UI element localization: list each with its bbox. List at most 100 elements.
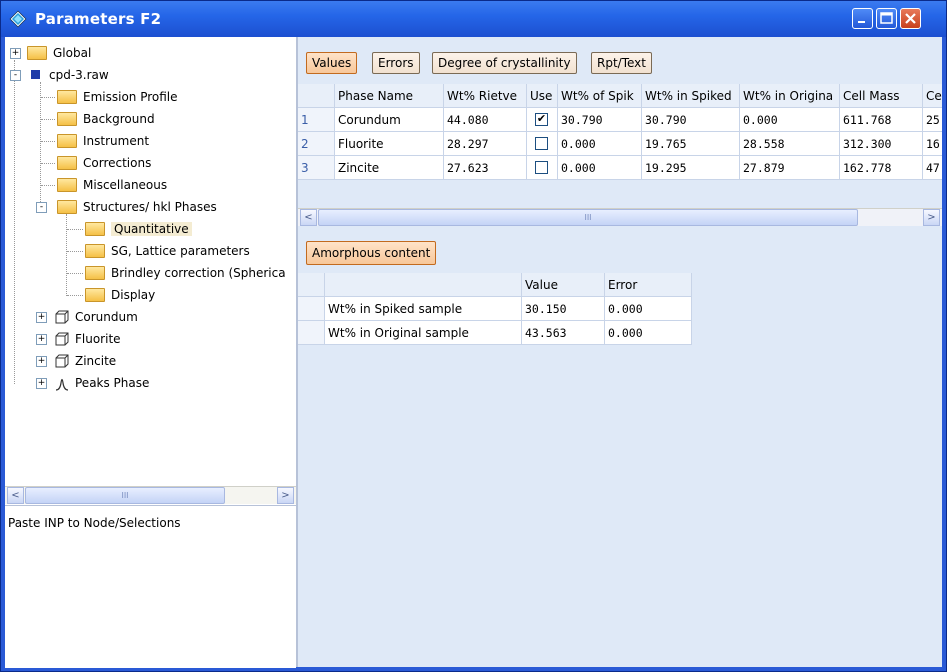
parameters-window: Parameters F2 + Global - cpd-3.raw Emiss…: [0, 0, 947, 672]
wt-spiked-cell[interactable]: 19.295: [642, 156, 740, 180]
tree-item-sg-lattice[interactable]: SG, Lattice parameters: [85, 241, 250, 261]
tree-line: [67, 273, 83, 274]
use-cell[interactable]: [527, 132, 558, 156]
column-header[interactable]: Use: [527, 84, 558, 108]
column-header[interactable]: Wt% Rietve: [444, 84, 527, 108]
tree-item-display[interactable]: Display: [85, 285, 155, 305]
errors-button[interactable]: Errors: [372, 52, 420, 74]
tree-label: Peaks Phase: [75, 376, 150, 390]
tree-label: Structures/ hkl Phases: [83, 200, 217, 214]
column-header[interactable]: Wt% in Origina: [740, 84, 840, 108]
column-header[interactable]: Wt% in Spiked: [642, 84, 740, 108]
cell-mass-cell[interactable]: 611.768: [840, 108, 923, 132]
tree-item-brindley[interactable]: Brindley correction (Spherica: [85, 263, 286, 283]
cell-mass-cell[interactable]: 312.300: [840, 132, 923, 156]
amorphous-label-cell: Wt% in Spiked sample: [325, 297, 522, 321]
close-icon: [905, 13, 916, 24]
row-number[interactable]: 3: [298, 156, 335, 180]
minimize-button[interactable]: [852, 8, 873, 29]
amorphous-error-cell[interactable]: 0.000: [605, 297, 692, 321]
table-corner: [298, 84, 335, 108]
amorphous-value-cell[interactable]: 43.563: [522, 321, 605, 345]
wt-spike-cell[interactable]: 0.000: [558, 132, 642, 156]
scroll-right-button[interactable]: >: [923, 209, 940, 226]
cell-volume-cell[interactable]: 25: [923, 108, 942, 132]
scroll-left-button[interactable]: <: [300, 209, 317, 226]
expand-toggle[interactable]: -: [10, 70, 21, 81]
phase-name-cell[interactable]: Fluorite: [335, 132, 444, 156]
amorphous-content-button[interactable]: Amorphous content: [306, 241, 437, 265]
row-number[interactable]: 2: [298, 132, 335, 156]
cell-mass-cell[interactable]: 162.778: [840, 156, 923, 180]
phase-name-cell[interactable]: Corundum: [335, 108, 444, 132]
paste-inp-panel[interactable]: Paste INP to Node/Selections: [5, 505, 296, 668]
tree-item-corrections[interactable]: Corrections: [57, 153, 151, 173]
wt-rietveld-cell[interactable]: 44.080: [444, 108, 527, 132]
phase-name-cell[interactable]: Zincite: [335, 156, 444, 180]
expand-toggle[interactable]: +: [36, 378, 47, 389]
quantitative-panel: Values Errors Degree of crystallinity Rp…: [298, 37, 942, 667]
values-button[interactable]: Values: [306, 52, 358, 74]
tree-line: [40, 82, 41, 208]
scroll-right-button[interactable]: >: [277, 487, 294, 504]
wt-original-cell[interactable]: 28.558: [740, 132, 840, 156]
column-header[interactable]: Ce: [923, 84, 942, 108]
scroll-thumb[interactable]: III: [318, 209, 858, 226]
expand-toggle[interactable]: -: [36, 202, 47, 213]
column-header[interactable]: Phase Name: [335, 84, 444, 108]
tree-label: Display: [111, 288, 156, 302]
row-number[interactable]: 1: [298, 108, 335, 132]
wt-rietveld-cell[interactable]: 27.623: [444, 156, 527, 180]
expand-toggle[interactable]: +: [36, 356, 47, 367]
row-number[interactable]: [298, 297, 325, 321]
use-cell[interactable]: [527, 156, 558, 180]
maximize-button[interactable]: [876, 8, 897, 29]
cube-icon: [55, 332, 69, 345]
scroll-left-button[interactable]: <: [7, 487, 24, 504]
column-header[interactable]: Cell Mass: [840, 84, 923, 108]
title-bar[interactable]: Parameters F2: [1, 1, 946, 37]
wt-original-cell[interactable]: 27.879: [740, 156, 840, 180]
tree-horizontal-scrollbar[interactable]: < III >: [5, 486, 296, 504]
use-cell[interactable]: ✔: [527, 108, 558, 132]
use-checkbox[interactable]: ✔: [535, 113, 548, 126]
tree-item-emission-profile[interactable]: Emission Profile: [57, 87, 178, 107]
cell-volume-cell[interactable]: 16: [923, 132, 942, 156]
amorphous-label-cell: Wt% in Original sample: [325, 321, 522, 345]
degree-of-crystallinity-button[interactable]: Degree of crystallinity: [432, 52, 577, 74]
row-number[interactable]: [298, 321, 325, 345]
peak-icon: [55, 378, 69, 391]
folder-icon: [57, 155, 77, 170]
tree-item-miscellaneous[interactable]: Miscellaneous: [57, 175, 167, 195]
wt-original-cell[interactable]: 0.000: [740, 108, 840, 132]
folder-icon: [85, 221, 105, 236]
wt-rietveld-cell[interactable]: 28.297: [444, 132, 527, 156]
tree-label: Instrument: [83, 134, 150, 148]
tree-item-instrument[interactable]: Instrument: [57, 131, 149, 151]
scroll-thumb[interactable]: III: [25, 487, 225, 504]
wt-spiked-cell[interactable]: 19.765: [642, 132, 740, 156]
column-header[interactable]: Error: [605, 273, 692, 297]
close-button[interactable]: [900, 8, 921, 29]
use-checkbox[interactable]: [535, 161, 548, 174]
tree-label: Global: [53, 46, 92, 60]
wt-spike-cell[interactable]: 0.000: [558, 156, 642, 180]
amorphous-value-cell[interactable]: 30.150: [522, 297, 605, 321]
expand-toggle[interactable]: +: [36, 334, 47, 345]
wt-spike-cell[interactable]: 30.790: [558, 108, 642, 132]
use-checkbox[interactable]: [535, 137, 548, 150]
wt-spiked-cell[interactable]: 30.790: [642, 108, 740, 132]
tree-item-background[interactable]: Background: [57, 109, 155, 129]
table-horizontal-scrollbar[interactable]: < III >: [298, 208, 942, 226]
tree-item-quantitative[interactable]: Quantitative: [85, 219, 192, 239]
amorphous-error-cell[interactable]: 0.000: [605, 321, 692, 345]
rpt-text-button[interactable]: Rpt/Text: [591, 52, 652, 74]
column-header[interactable]: Wt% of Spik: [558, 84, 642, 108]
column-header[interactable]: Value: [522, 273, 605, 297]
file-icon: [31, 70, 40, 79]
minimize-icon: [858, 21, 865, 23]
cell-volume-cell[interactable]: 47: [923, 156, 942, 180]
expand-toggle[interactable]: +: [10, 48, 21, 59]
folder-icon: [27, 45, 47, 60]
expand-toggle[interactable]: +: [36, 312, 47, 323]
